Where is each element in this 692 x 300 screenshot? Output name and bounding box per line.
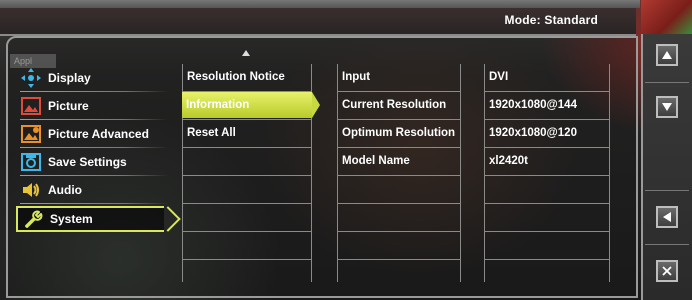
main-menu-label: Audio (48, 183, 82, 197)
info-empty-row (338, 204, 460, 232)
picture-icon (20, 96, 42, 116)
close-icon (662, 266, 672, 276)
background-corner (641, 0, 692, 34)
divider (645, 82, 689, 83)
divider (645, 244, 689, 245)
mode-label: Mode: Standard (504, 13, 598, 27)
osd-header: Mode: Standard (0, 8, 636, 36)
info-label: Input (338, 64, 460, 92)
display-icon (20, 68, 42, 88)
save-settings-icon (20, 152, 42, 172)
submenu-item-reset-all[interactable]: Reset All (183, 120, 311, 148)
submenu-item-resolution-notice[interactable]: Resolution Notice (183, 64, 311, 92)
main-menu-item-picture[interactable]: Picture (20, 94, 168, 120)
submenu-empty-row (183, 204, 311, 232)
main-menu-item-save-settings[interactable]: Save Settings (20, 150, 168, 176)
info-label: Current Resolution (338, 92, 460, 120)
down-arrow-icon (662, 103, 672, 111)
info-empty-row (485, 232, 609, 260)
info-empty-row (485, 204, 609, 232)
main-menu-item-audio[interactable]: Audio (20, 178, 168, 204)
info-value-input: DVI (485, 64, 609, 92)
info-empty-row (338, 260, 460, 288)
info-value-model-name: xl2420t (485, 148, 609, 176)
down-button[interactable] (656, 96, 678, 118)
main-menu-label: Save Settings (48, 155, 127, 169)
scroll-up-arrow-icon[interactable] (242, 50, 250, 56)
submenu-empty-row (183, 148, 311, 176)
info-empty-row (338, 232, 460, 260)
main-menu-label: Picture (48, 99, 89, 113)
main-menu-item-picture-advanced[interactable]: Picture Advanced (20, 122, 168, 148)
back-button[interactable] (656, 206, 678, 228)
info-empty-row (485, 176, 609, 204)
submenu-item-label: Information (186, 99, 250, 111)
info-label: Model Name (338, 148, 460, 176)
info-label: Optimum Resolution (338, 120, 460, 148)
info-value-column: DVI 1920x1080@144 1920x1080@120 xl2420t (484, 64, 610, 282)
submenu-empty-row (183, 176, 311, 204)
wrench-icon (22, 209, 44, 229)
main-menu-item-display[interactable]: Display (20, 66, 168, 92)
info-empty-row (485, 260, 609, 288)
main-menu-label: Picture Advanced (48, 127, 149, 141)
submenu-empty-row (183, 232, 311, 260)
close-button[interactable] (656, 260, 678, 282)
info-value-current-resolution: 1920x1080@144 (485, 92, 609, 120)
submenu-empty-row (183, 260, 311, 288)
info-empty-row (338, 176, 460, 204)
picture-advanced-icon (20, 124, 42, 144)
top-strip (0, 0, 640, 8)
info-value-optimum-resolution: 1920x1080@120 (485, 120, 609, 148)
audio-icon (20, 180, 42, 200)
main-menu-label: System (50, 212, 93, 226)
up-arrow-icon (662, 51, 672, 59)
back-arrow-icon (663, 212, 671, 222)
main-menu-item-system[interactable]: System (16, 206, 164, 232)
divider (645, 190, 689, 191)
up-button[interactable] (656, 44, 678, 66)
main-menu-label: Display (48, 71, 91, 85)
info-label-column: Input Current Resolution Optimum Resolut… (337, 64, 461, 282)
